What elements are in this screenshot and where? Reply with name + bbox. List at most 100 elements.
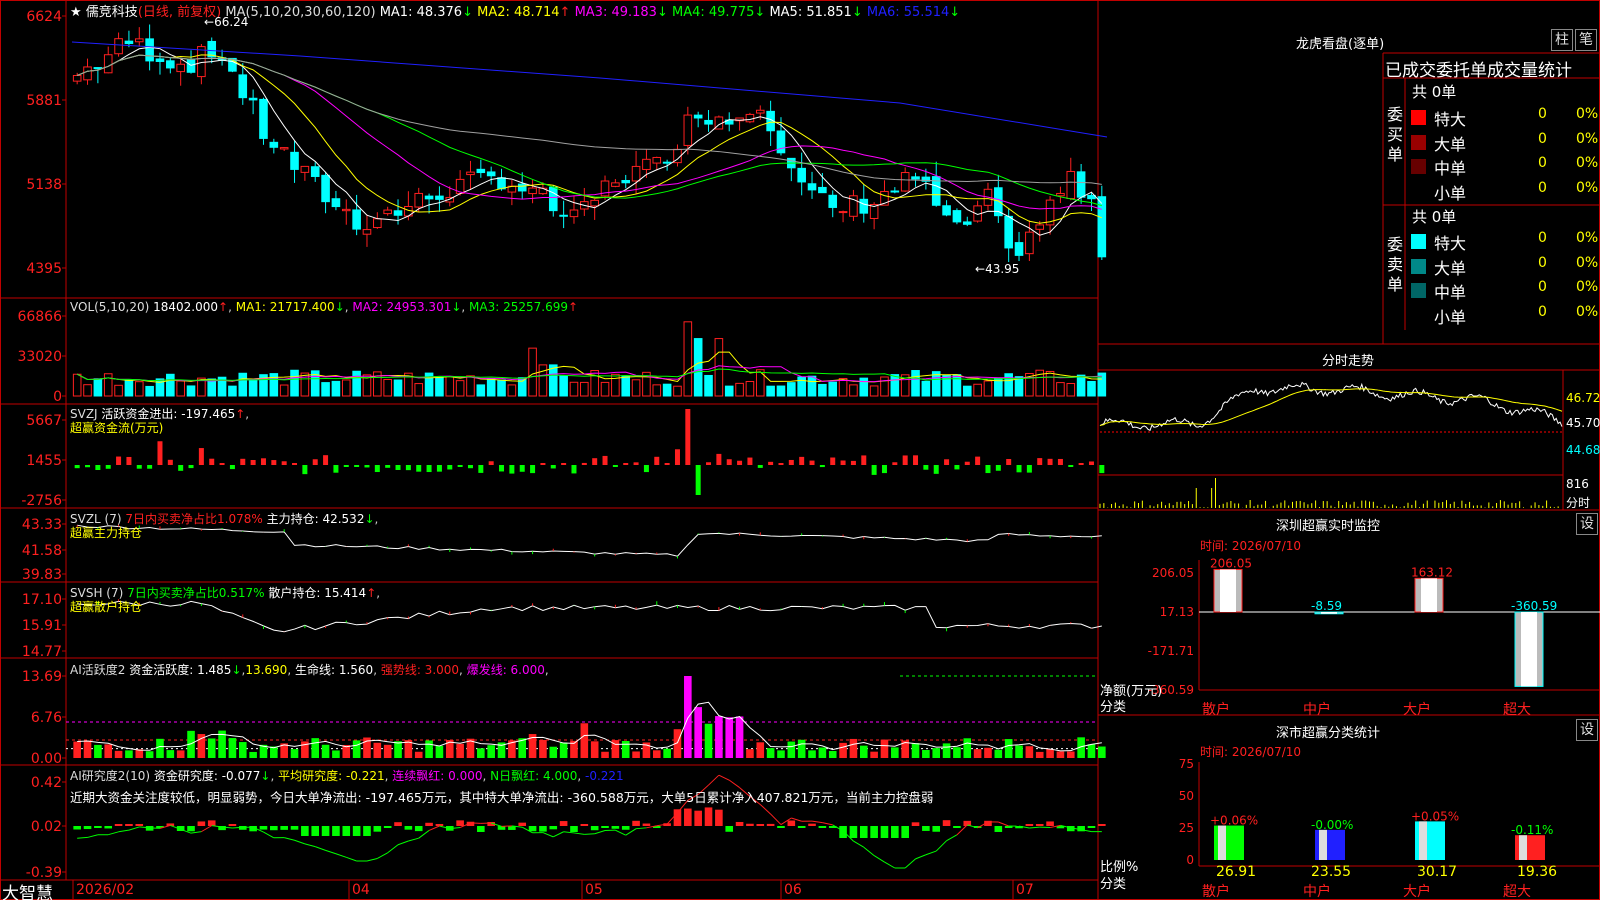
bar-mode-button[interactable]: 柱 bbox=[1551, 29, 1573, 51]
intraday-title: 分时走势 bbox=[1322, 354, 1375, 369]
volume-bar bbox=[445, 376, 455, 397]
research-bar bbox=[104, 826, 113, 829]
research-bar bbox=[114, 824, 123, 826]
money-flow-bar bbox=[581, 462, 587, 465]
money-flow-bar bbox=[136, 465, 142, 469]
volume-bar bbox=[1066, 382, 1076, 397]
svzj-subtitle: 超赢资金流(万元) bbox=[70, 421, 164, 435]
candlestick bbox=[755, 109, 765, 114]
intraday-vol-unit: 分时 bbox=[1566, 496, 1591, 510]
classify-y-tick: 75 bbox=[1179, 757, 1194, 771]
activity-bar bbox=[694, 707, 702, 758]
volume-bar bbox=[1045, 370, 1055, 397]
money-flow-bar bbox=[788, 459, 794, 465]
money-flow-bar bbox=[716, 453, 722, 465]
retail-holding-line bbox=[77, 600, 1102, 633]
activity-bar bbox=[818, 747, 827, 758]
research-bar bbox=[383, 826, 392, 828]
ma2-line bbox=[76, 54, 1103, 224]
money-flow-bar bbox=[302, 465, 308, 475]
candlestick bbox=[466, 171, 475, 176]
volume-bar bbox=[818, 383, 827, 397]
chart-canvas[interactable]: 6624 5881 5138 4395 66866 33020 0 5667 1455 -2756… bbox=[0, 0, 1600, 900]
monitor-x-label: 散户 bbox=[1202, 701, 1230, 718]
ma3-value: MA3: 49.183↓ bbox=[574, 5, 668, 20]
money-flow-bar bbox=[447, 465, 453, 470]
buy-row-value: 0 bbox=[1538, 155, 1547, 171]
stock-name[interactable]: 儒竞科技 bbox=[86, 5, 138, 20]
money-flow-bar bbox=[292, 463, 298, 465]
research-line bbox=[946, 834, 958, 842]
volume-bar bbox=[1087, 380, 1096, 397]
monitor-settings-button[interactable]: 设 bbox=[1576, 513, 1598, 535]
money-flow-bar bbox=[416, 465, 422, 472]
candlestick bbox=[1035, 224, 1045, 230]
classify-value-label: 30.17 bbox=[1417, 864, 1457, 880]
buy-row-value: 0 bbox=[1538, 106, 1547, 122]
candlestick bbox=[693, 114, 703, 119]
money-flow-bar bbox=[188, 465, 194, 469]
volume-bar bbox=[590, 370, 599, 397]
money-flow-bar bbox=[1099, 465, 1105, 474]
classify-settings-button[interactable]: 设 bbox=[1576, 719, 1598, 741]
research-bar bbox=[332, 826, 340, 836]
research-bar bbox=[518, 822, 527, 826]
research-bar bbox=[373, 826, 382, 832]
main-y-tick: 5138 bbox=[26, 177, 62, 193]
buy-row-value: 0 bbox=[1538, 179, 1547, 196]
monitor-bar-shine bbox=[1521, 612, 1537, 687]
candlestick bbox=[962, 221, 972, 225]
buy-swatch-0 bbox=[1411, 110, 1426, 125]
candlestick bbox=[362, 229, 372, 235]
volume-bar bbox=[662, 383, 672, 397]
candlestick bbox=[652, 156, 662, 164]
tick-mode-button[interactable]: 笔 bbox=[1575, 29, 1597, 51]
research-bar bbox=[704, 807, 713, 826]
research-line bbox=[232, 826, 243, 829]
money-flow-bar bbox=[116, 456, 122, 465]
volume-bar bbox=[393, 379, 403, 397]
candlestick bbox=[145, 38, 154, 62]
money-flow-bar bbox=[385, 465, 391, 468]
candlestick bbox=[859, 198, 869, 214]
candlestick bbox=[383, 209, 392, 215]
intraday-price-high: 46.72 bbox=[1566, 391, 1600, 405]
candlestick bbox=[248, 97, 258, 101]
intraday-price-mid: 45.70 bbox=[1566, 416, 1600, 430]
volume-bar bbox=[693, 338, 703, 397]
activity-bar bbox=[963, 738, 972, 758]
volume-bar bbox=[538, 364, 548, 397]
volume-bar bbox=[683, 321, 693, 397]
monitor-x-label: 超大 bbox=[1503, 702, 1531, 718]
research-line bbox=[811, 820, 823, 824]
money-flow-bar bbox=[1068, 465, 1074, 467]
research-line bbox=[315, 846, 326, 851]
ai-activity-header: AI活跃度2 资金活跃度: 1.485↓,13.690, 生命线: 1.560,… bbox=[70, 663, 549, 677]
activity-bar bbox=[704, 723, 713, 758]
buy-side-label: 委买单 bbox=[1387, 105, 1404, 164]
volume-bar bbox=[704, 374, 713, 397]
activity-bar bbox=[114, 750, 123, 758]
money-flow-bar bbox=[768, 461, 774, 465]
activity-bar bbox=[632, 751, 640, 758]
research-line bbox=[718, 774, 730, 781]
candlestick bbox=[424, 195, 434, 200]
star-icon[interactable]: ★ bbox=[70, 5, 82, 20]
activity-bar bbox=[1098, 746, 1106, 758]
research-bar bbox=[901, 826, 909, 838]
volume-bar bbox=[673, 385, 682, 397]
volume-bar bbox=[228, 385, 237, 397]
volume-bar bbox=[248, 378, 258, 397]
classify-x-label: 中户 bbox=[1303, 883, 1331, 900]
classify-x-label: 散户 bbox=[1202, 883, 1230, 900]
volume-bar bbox=[290, 369, 299, 397]
money-flow-bar bbox=[902, 455, 908, 465]
volume-bar bbox=[559, 375, 568, 397]
svzl-y-tick: 43.33 bbox=[22, 517, 62, 533]
research-bar bbox=[528, 826, 537, 832]
activity-bar bbox=[756, 742, 765, 758]
activity-bar bbox=[290, 749, 299, 758]
money-flow-bar bbox=[706, 462, 712, 465]
stats-title: 已成交委托单成交量统计 bbox=[1385, 61, 1572, 81]
ma1-value: MA1: 48.376↓ bbox=[379, 5, 473, 20]
